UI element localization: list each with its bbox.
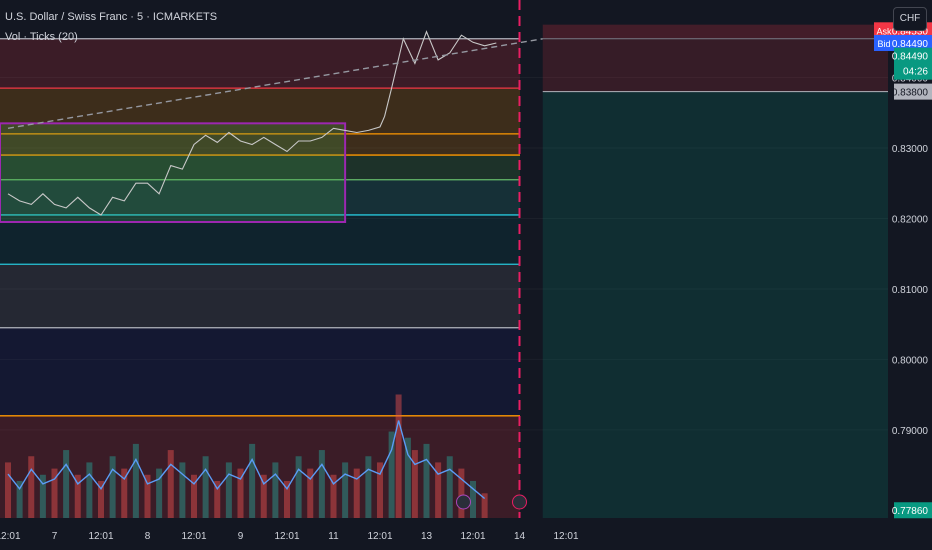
time-tick-label: 12:01 (367, 531, 392, 542)
price-tick-label: 0.83000 (892, 144, 929, 155)
time-tick-label: 12:01 (88, 531, 113, 542)
time-tick-label: 12:01 (181, 531, 206, 542)
zone-band (0, 38, 520, 89)
volume-bar (353, 468, 360, 518)
volume-bar (63, 450, 70, 518)
flash-event-icon (456, 494, 471, 510)
time-tick-label: 12:01 (553, 531, 578, 542)
volume-bar (225, 462, 232, 518)
volume-bar (446, 456, 453, 518)
volume-bar (249, 443, 256, 518)
price-tick-label: 0.82000 (892, 214, 929, 225)
bid-tag-label: Bid (877, 39, 890, 49)
position-tool-layer (542, 24, 888, 518)
zone-band (0, 264, 520, 328)
time-tick-label: 12:01 (0, 531, 21, 542)
flag-event-icon (512, 494, 527, 510)
price-axis: 0.840000.830000.820000.810000.800000.790… (888, 0, 932, 550)
last-price-value: 0.84490 (892, 52, 929, 63)
volume-bar (365, 456, 372, 518)
volume-bar (423, 443, 430, 518)
volume-bar (167, 450, 174, 518)
target-zone (542, 91, 888, 518)
volume-bar (132, 443, 139, 518)
volume-bar (458, 468, 465, 518)
symbol-title: U.S. Dollar / Swiss Franc · 5 · ICMARKET… (5, 11, 218, 23)
level-tag-value: 0.83800 (892, 88, 929, 99)
volume-bar (28, 456, 35, 518)
time-tick-label: 9 (238, 531, 244, 542)
price-tick-label: 0.79000 (892, 426, 929, 437)
risk-zone (542, 38, 888, 92)
volume-bar (318, 450, 325, 518)
volume-bar (86, 462, 93, 518)
time-tick-label: 8 (145, 531, 151, 542)
time-tick-label: 11 (328, 531, 339, 542)
range-box-layer (0, 122, 347, 223)
volume-bar (272, 462, 279, 518)
volume-bar (202, 456, 209, 518)
volume-bar (144, 474, 151, 518)
volume-bar (109, 456, 116, 518)
time-tick-label: 7 (52, 531, 58, 542)
volume-bar (342, 462, 349, 518)
target-tag-value: 0.77860 (892, 506, 929, 517)
time-axis: 12:01 7 12:01 8 12:01 9 12:01 11 12:01 13 12:01 14 1… (0, 518, 932, 550)
price-tick-label: 0.80000 (892, 355, 929, 366)
zone-layer (0, 38, 520, 518)
price-tick-label: 0.81000 (892, 285, 929, 296)
volume-bar (404, 437, 411, 518)
price-chart[interactable]: 0.840000.830000.820000.810000.800000.790… (0, 0, 932, 550)
bar-countdown: 04:26 (903, 67, 928, 78)
volume-bar (179, 462, 186, 518)
volume-indicator-label[interactable]: Vol · Ticks (20) (5, 31, 78, 43)
volume-bar (388, 431, 395, 518)
range-box (0, 122, 347, 223)
ask-tag-label: Ask (876, 26, 892, 36)
currency-button[interactable]: CHF (893, 7, 927, 31)
volume-bar (395, 394, 402, 518)
time-tick-label: 13 (421, 531, 433, 542)
time-tick-label: 14 (514, 531, 526, 542)
volume-bar (5, 462, 11, 518)
zone-band (0, 327, 520, 416)
time-tick-label: 12:01 (460, 531, 485, 542)
volume-bar (295, 456, 302, 518)
time-tick-label: 12:01 (274, 531, 299, 542)
stop-zone (542, 24, 888, 39)
